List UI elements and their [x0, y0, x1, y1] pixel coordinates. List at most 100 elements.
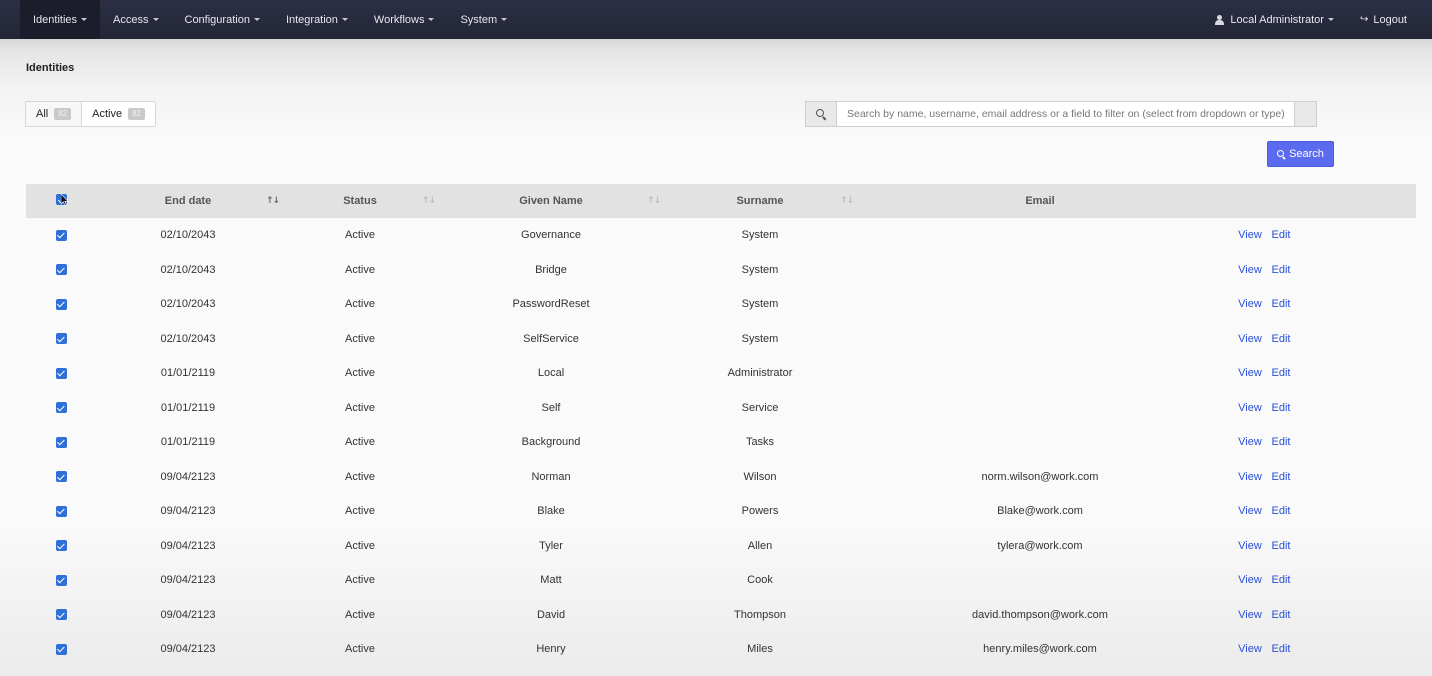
- filter-all[interactable]: All 82: [26, 102, 83, 126]
- edit-link[interactable]: Edit: [1264, 218, 1298, 253]
- row-checkbox[interactable]: [55, 333, 67, 345]
- edit-link[interactable]: Edit: [1264, 598, 1298, 633]
- given-name-cell: Bridge: [491, 253, 611, 288]
- row-checkbox[interactable]: [55, 609, 67, 621]
- edit-link-text[interactable]: Edit: [1272, 436, 1291, 448]
- edit-link-text[interactable]: Edit: [1272, 402, 1291, 414]
- edit-link[interactable]: Edit: [1264, 356, 1298, 391]
- row-checkbox[interactable]: [55, 505, 67, 517]
- view-link-text[interactable]: View: [1238, 229, 1262, 241]
- email-cell: [940, 218, 1140, 253]
- end-date-cell-text: 09/04/2123: [160, 470, 216, 483]
- view-link-text[interactable]: View: [1238, 264, 1262, 276]
- row-checkbox[interactable]: [55, 264, 67, 276]
- edit-link[interactable]: Edit: [1264, 563, 1298, 598]
- email-cell: [940, 287, 1140, 322]
- edit-link-text[interactable]: Edit: [1272, 229, 1291, 241]
- status-cell-text: Active: [345, 436, 375, 449]
- given-name-cell: Background: [491, 425, 611, 460]
- surname-cell: Administrator: [700, 356, 820, 391]
- row-checkbox[interactable]: [55, 540, 67, 552]
- sort-icon[interactable]: ↑↓: [422, 196, 436, 206]
- edit-link-text[interactable]: Edit: [1272, 471, 1291, 483]
- row-checkbox[interactable]: [55, 643, 67, 655]
- edit-link[interactable]: Edit: [1264, 322, 1298, 357]
- nav-workflows[interactable]: Workflows: [361, 0, 448, 39]
- nav-access[interactable]: Access: [100, 0, 171, 39]
- row-checkbox[interactable]: [55, 229, 67, 241]
- nav-configuration[interactable]: Configuration: [172, 0, 273, 39]
- column-given-name[interactable]: Given Name: [491, 184, 611, 218]
- table-row: 09/04/2123 Active David Thompson david.thomp…: [26, 598, 1416, 633]
- table-row: 09/04/2123 Active Matt Cook View Edit: [26, 563, 1416, 598]
- row-checkbox[interactable]: [55, 367, 67, 379]
- edit-link-text[interactable]: Edit: [1272, 540, 1291, 552]
- given-name-cell-text: Governance: [521, 229, 581, 242]
- logout-link[interactable]: ↪ Logout: [1347, 0, 1420, 39]
- view-link-text[interactable]: View: [1238, 574, 1262, 586]
- edit-link-text[interactable]: Edit: [1272, 643, 1291, 655]
- filter-active[interactable]: Active 82: [82, 102, 156, 126]
- view-link-text[interactable]: View: [1238, 540, 1262, 552]
- given-name-cell-text: PasswordReset: [512, 298, 590, 311]
- sort-icon[interactable]: ↑↓: [647, 196, 661, 206]
- nav-system[interactable]: System: [447, 0, 520, 39]
- nav-integration[interactable]: Integration: [273, 0, 361, 39]
- end-date-cell: 02/10/2043: [138, 322, 238, 357]
- row-checkbox[interactable]: [55, 471, 67, 483]
- edit-link[interactable]: Edit: [1264, 287, 1298, 322]
- edit-link-text[interactable]: Edit: [1272, 264, 1291, 276]
- column-surname[interactable]: Surname: [700, 184, 820, 218]
- column-status[interactable]: Status: [310, 184, 410, 218]
- view-link-text[interactable]: View: [1238, 367, 1262, 379]
- edit-link-text[interactable]: Edit: [1272, 298, 1291, 310]
- row-checkbox[interactable]: [55, 298, 67, 310]
- end-date-cell-text: 09/04/2123: [160, 539, 216, 552]
- nav-integration-label: Integration: [285, 13, 338, 26]
- end-date-cell-text: 01/01/2119: [160, 401, 216, 414]
- edit-link-text[interactable]: Edit: [1272, 574, 1291, 586]
- given-name-cell: Blake: [491, 494, 611, 529]
- row-checkbox[interactable]: [55, 402, 67, 414]
- view-link-text[interactable]: View: [1238, 333, 1262, 345]
- end-date-cell: 09/04/2123: [138, 598, 238, 633]
- status-cell: Active: [310, 598, 410, 633]
- main-nav: Identities Access Configuration Integrat…: [20, 0, 520, 39]
- edit-link[interactable]: Edit: [1264, 529, 1298, 564]
- search-dropdown-toggle[interactable]: [1294, 102, 1316, 126]
- edit-link[interactable]: Edit: [1264, 632, 1298, 667]
- row-checkbox[interactable]: [55, 436, 67, 448]
- status-cell: Active: [310, 563, 410, 598]
- sort-asc-icon[interactable]: ↑↓: [266, 196, 280, 206]
- search-button[interactable]: Search: [1267, 141, 1334, 167]
- table-row: 02/10/2043 Active Governance System View Edit: [26, 218, 1416, 253]
- edit-link[interactable]: Edit: [1264, 391, 1298, 426]
- view-link-text[interactable]: View: [1238, 505, 1262, 517]
- sort-icon[interactable]: ↑↓: [840, 196, 854, 206]
- edit-link-text[interactable]: Edit: [1272, 333, 1291, 345]
- edit-link[interactable]: Edit: [1264, 460, 1298, 495]
- view-link-text[interactable]: View: [1238, 298, 1262, 310]
- edit-link-text[interactable]: Edit: [1272, 609, 1291, 621]
- edit-link-text[interactable]: Edit: [1272, 505, 1291, 517]
- column-end-date[interactable]: End date: [138, 184, 238, 218]
- email-cell: david.thompson@work.com: [940, 598, 1140, 633]
- given-name-cell: Local: [491, 356, 611, 391]
- user-menu[interactable]: Local Administrator: [1202, 0, 1347, 39]
- search-input[interactable]: [837, 102, 1294, 126]
- row-checkbox-cell: [46, 563, 76, 598]
- view-link-text[interactable]: View: [1238, 471, 1262, 483]
- view-link-text[interactable]: View: [1238, 609, 1262, 621]
- given-name-cell-text: Matt: [540, 574, 562, 587]
- view-link-text[interactable]: View: [1238, 402, 1262, 414]
- view-link-text[interactable]: View: [1238, 436, 1262, 448]
- edit-link[interactable]: Edit: [1264, 425, 1298, 460]
- edit-link[interactable]: Edit: [1264, 494, 1298, 529]
- edit-link[interactable]: Edit: [1264, 253, 1298, 288]
- email-cell: [940, 391, 1140, 426]
- edit-link-text[interactable]: Edit: [1272, 367, 1291, 379]
- nav-identities[interactable]: Identities: [20, 0, 101, 39]
- status-cell: Active: [310, 529, 410, 564]
- view-link-text[interactable]: View: [1238, 643, 1262, 655]
- row-checkbox[interactable]: [55, 574, 67, 586]
